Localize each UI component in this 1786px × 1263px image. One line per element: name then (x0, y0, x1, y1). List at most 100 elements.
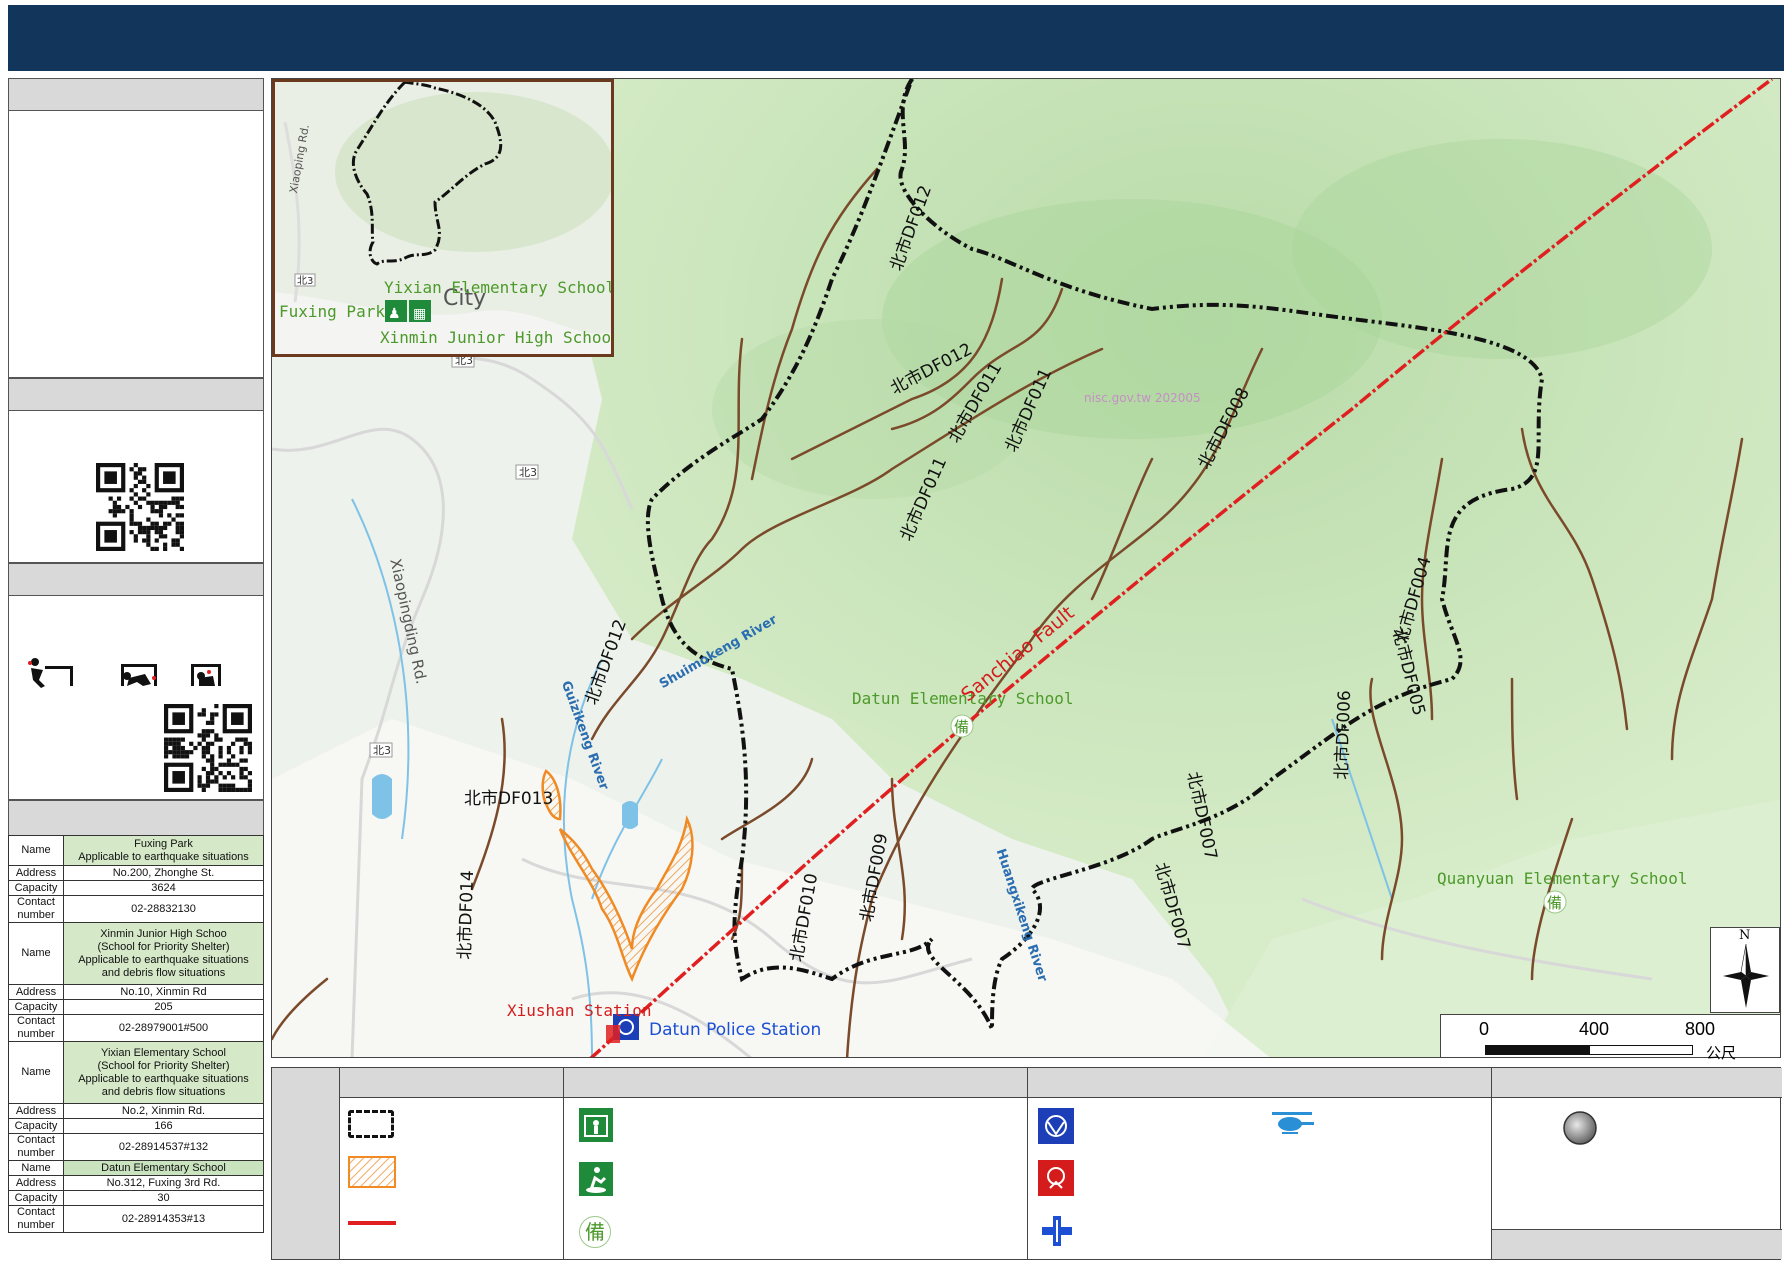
table-row: Name Fuxing Park Applicable to earthquake … (8, 835, 264, 866)
gray-circle-icon (1563, 1111, 1597, 1145)
scale-bar: 0 400 800 公尺 (1440, 1014, 1781, 1062)
police-icon (1038, 1108, 1074, 1144)
fault-line-icon (348, 1221, 396, 1225)
legend-col-other (1491, 1068, 1782, 1259)
shelter-glyph-datun: 備 (954, 718, 969, 736)
ridge-shade-3 (712, 319, 1032, 499)
drop-cover-hold-icon (28, 658, 221, 688)
shelter-address: No.312, Fuxing 3rd Rd. (63, 1175, 264, 1191)
shelter-table: Name Fuxing Park Applicable to earthquake … (8, 835, 264, 1233)
compass-icon (1723, 943, 1769, 1008)
legend-col-services (1027, 1068, 1491, 1259)
row-label: Capacity (8, 1118, 64, 1134)
legend-col-shelters: 備 (563, 1068, 1027, 1259)
shelter-address: No.200, Zhonghe St. (63, 865, 264, 881)
legend-head (1492, 1068, 1782, 1098)
row-label: Name (8, 835, 64, 866)
header-bar (8, 5, 1784, 71)
svg-text:♟: ♟ (388, 306, 401, 322)
helicopter-icon (1272, 1112, 1314, 1134)
row-label: Name (8, 1041, 64, 1104)
shelter-name-line: and debris flow situations (101, 1085, 226, 1098)
qr-code-safety[interactable] (164, 704, 252, 792)
safety-panel-header (9, 564, 263, 596)
medical-icon (1042, 1216, 1072, 1246)
row-label: Address (8, 865, 64, 881)
legend-col-boundaries (339, 1068, 563, 1259)
evacuation-site-icon (579, 1162, 613, 1196)
shelter-address: No.2, Xinmin Rd. (63, 1103, 264, 1119)
shelter-contact: 02-28914353#13 (63, 1205, 264, 1233)
backup-shelter-icon: 備 (579, 1216, 611, 1248)
table-row: Address No.200, Zhonghe St. (8, 865, 264, 881)
qr-code[interactable] (96, 463, 184, 551)
scale-segment-dark (1485, 1045, 1589, 1055)
shelter-name: Datun Elementary School (63, 1160, 264, 1176)
row-label: Address (8, 984, 64, 1000)
shelter-panel-header (9, 801, 263, 836)
shelter-name-line: Fuxing Park (134, 837, 193, 850)
debris-flow-label: 北市DF006 (1331, 689, 1356, 780)
table-row: Address No.2, Xinmin Rd. (8, 1103, 264, 1119)
shelter-contact: 02-28832130 (63, 895, 264, 923)
legend-col-0 (272, 1068, 339, 1259)
shelter-capacity: 166 (63, 1118, 264, 1134)
shelter-name-line: and debris flow situations (101, 966, 226, 979)
scale-segment-light (1589, 1045, 1693, 1055)
row-label: Address (8, 1103, 64, 1119)
shelter-name-line: Datun Elementary School (101, 1161, 226, 1174)
debris-flow-label: 北市DF014 (454, 869, 479, 960)
shelter-address: No.10, Xinmin Rd (63, 984, 264, 1000)
inset-route-badge: 北3 (297, 275, 313, 287)
shelter-contact: 02-28914537#132 (63, 1133, 264, 1161)
shelter-icon (579, 1108, 613, 1142)
svg-text:▦: ▦ (413, 306, 426, 322)
table-row: Capacity 166 (8, 1118, 264, 1134)
table-row: Capacity 3624 (8, 880, 264, 896)
route-badge-2: 北3 (519, 466, 537, 479)
table-row: Name Datun Elementary School (8, 1160, 264, 1176)
inset-map[interactable]: 北3 ♟ ▦ Xiaoping Rd. City Yixian Elementa… (272, 79, 614, 357)
row-label: Name (8, 922, 64, 985)
inset-xinmin-label: Xinmin Junior High School (380, 328, 614, 347)
debris-flow-label: 北市DF013 (464, 789, 554, 809)
table-row: Capacity 205 (8, 999, 264, 1015)
watermark-label: nisc.gov.tw 202005 (1084, 391, 1201, 405)
village-boundary-icon (348, 1110, 394, 1138)
map-legend: 備 (271, 1067, 1782, 1260)
shelter-name: Yixian Elementary School (School for Prio… (63, 1041, 264, 1104)
row-label: Contact number (8, 1205, 64, 1233)
shelter-glyph-quanyuan: 備 (1547, 894, 1562, 912)
shelter-capacity: 30 (63, 1190, 264, 1206)
info-panel (8, 78, 264, 378)
shelter-capacity: 205 (63, 999, 264, 1015)
shelter-name-line: (School for Priority Shelter) (97, 940, 230, 953)
shelter-name-line: (School for Priority Shelter) (97, 1059, 230, 1072)
hazard-zone-icon (348, 1156, 396, 1188)
pond-2 (622, 801, 638, 829)
quanyuan-school-label: Quanyuan Elementary School (1437, 869, 1688, 888)
table-row: Name Xinmin Junior High Schoo (School for … (8, 922, 264, 985)
shelter-contact: 02-28979001#500 (63, 1014, 264, 1042)
scale-tick: 800 (1685, 1019, 1716, 1039)
row-label: Capacity (8, 880, 64, 896)
table-row: Address No.312, Fuxing 3rd Rd. (8, 1175, 264, 1191)
table-row: Contact number 02-28914537#132 (8, 1133, 264, 1161)
route-badge-3: 北3 (373, 744, 391, 757)
row-label: Contact number (8, 895, 64, 923)
north-label: N (1739, 928, 1751, 943)
scale-tick: 0 (1479, 1019, 1490, 1039)
datun-police-label: Datun Police Station (649, 1020, 822, 1040)
shelter-name: Fuxing Park Applicable to earthquake situ… (63, 835, 264, 866)
table-row: Contact number 02-28979001#500 (8, 1014, 264, 1042)
shelter-name-line: Applicable to earthquake situations (78, 953, 249, 966)
inset-yixian-label: Yixian Elementary School (384, 278, 614, 297)
legend-footer (1492, 1229, 1782, 1259)
shelter-name-line: Xinmin Junior High Schoo (100, 927, 227, 940)
xiushan-station-label: Xiushan Station (507, 1001, 652, 1020)
scale-tick: 400 (1579, 1019, 1610, 1039)
row-label: Contact number (8, 1133, 64, 1161)
shelter-panel (8, 800, 264, 836)
shelter-name-line: Applicable to earthquake situations (78, 850, 249, 863)
shelter-name: Xinmin Junior High Schoo (School for Prio… (63, 922, 264, 985)
